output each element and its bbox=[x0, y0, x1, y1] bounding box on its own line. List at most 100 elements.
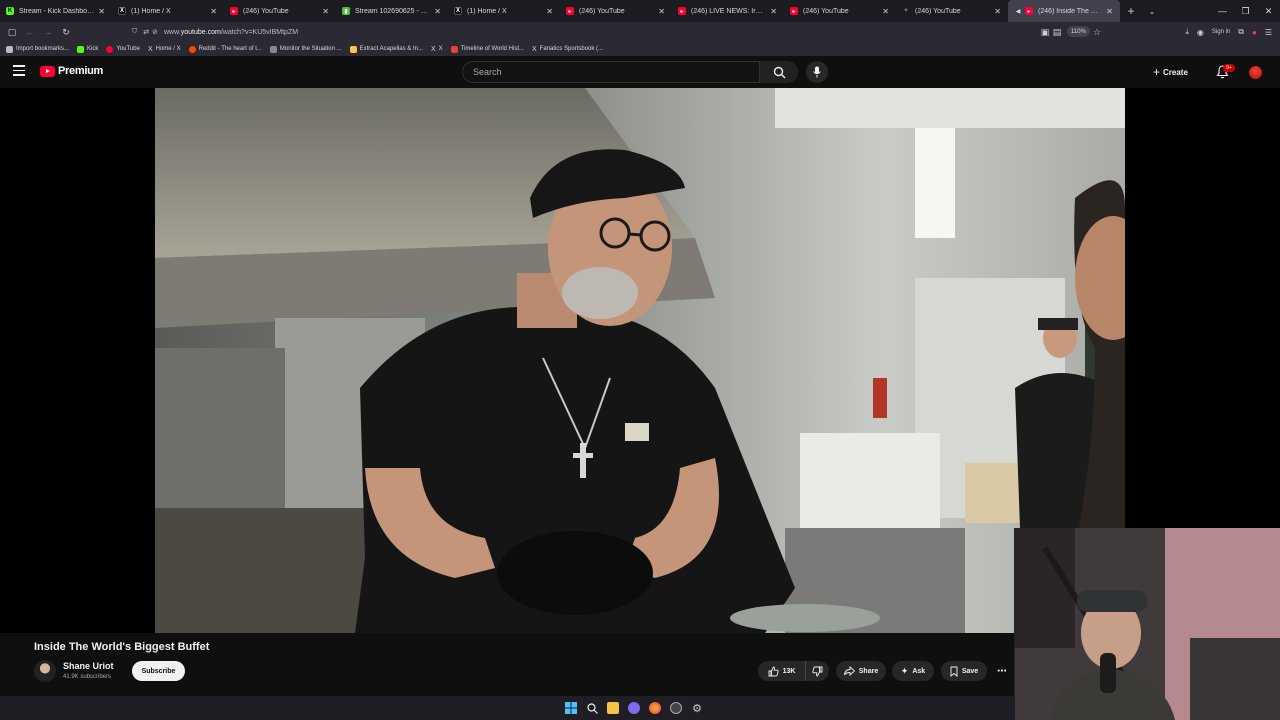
youtube-logo[interactable]: Premium bbox=[40, 65, 103, 77]
tab-list-chevron-icon[interactable]: ⌄ bbox=[1142, 7, 1162, 16]
address-bar[interactable]: ⛉ ⇄ ⊘ www.youtube.com/watch?v=KU5vIBMtpZ… bbox=[132, 25, 1110, 39]
extensions-icon[interactable]: ⧉ bbox=[1238, 27, 1244, 37]
search-icon[interactable] bbox=[586, 702, 598, 714]
browser-tab[interactable]: ▮ Stream 102690625 - garydavid ✕ bbox=[336, 0, 448, 22]
back-button[interactable]: ← bbox=[21, 23, 39, 41]
search-input[interactable]: Search bbox=[462, 61, 760, 83]
browser-tab-strip: K Stream - Kick Dashboard ✕ X (1) Home / X ✕… bbox=[0, 0, 1280, 22]
permissions-icon[interactable]: ⇄ bbox=[143, 28, 149, 36]
close-icon[interactable]: ✕ bbox=[210, 7, 217, 16]
file-explorer-icon[interactable] bbox=[607, 702, 619, 714]
close-icon[interactable]: ✕ bbox=[1106, 7, 1113, 16]
close-window-button[interactable]: ✕ bbox=[1257, 0, 1280, 22]
firefox-icon[interactable] bbox=[649, 702, 661, 714]
menu-icon[interactable]: ☰ bbox=[1265, 28, 1272, 37]
video-frame[interactable] bbox=[155, 88, 1125, 633]
close-icon[interactable]: ✕ bbox=[882, 7, 889, 16]
x-icon: X bbox=[430, 45, 436, 53]
tab-label: (246) YouTube bbox=[803, 7, 849, 15]
bookmark-label: Timeline of World Hist... bbox=[460, 46, 525, 52]
new-tab-icon: + bbox=[904, 8, 908, 14]
bookmark-star-icon[interactable]: ☆ bbox=[1088, 23, 1106, 41]
search-icon bbox=[773, 66, 785, 78]
subscriber-count: 41.9K subscribers bbox=[63, 674, 112, 680]
tab-label: (246) YouTube bbox=[915, 7, 961, 15]
create-button[interactable]: + Create bbox=[1153, 63, 1188, 81]
subscribe-button[interactable]: Subscribe bbox=[132, 661, 185, 681]
screen: K Stream - Kick Dashboard ✕ X (1) Home / X ✕… bbox=[0, 0, 1280, 720]
browser-tab[interactable]: ▸ (246) YouTube ✕ bbox=[560, 0, 672, 22]
bookmark-item[interactable]: Monitor the Situation ... bbox=[269, 45, 342, 53]
forward-button[interactable]: → bbox=[39, 23, 57, 41]
browser-tab[interactable]: X (1) Home / X ✕ bbox=[448, 0, 560, 22]
restore-button[interactable]: ❐ bbox=[1234, 0, 1257, 22]
url-text[interactable]: www.youtube.com/watch?v=KU5vIBMtpZM bbox=[164, 29, 298, 36]
reload-button[interactable]: ↻ bbox=[57, 23, 75, 41]
save-button[interactable]: Save bbox=[941, 661, 987, 681]
youtube-icon bbox=[106, 45, 114, 53]
browser-tab[interactable]: K Stream - Kick Dashboard ✕ bbox=[0, 0, 112, 22]
close-icon[interactable]: ✕ bbox=[658, 7, 665, 16]
bookmark-label: X bbox=[438, 46, 443, 52]
dislike-button[interactable] bbox=[805, 661, 829, 681]
extension-red-icon[interactable]: ● bbox=[1252, 28, 1257, 37]
obs-icon[interactable] bbox=[670, 702, 682, 714]
bookmark-label: Fanatics Sportsbook (... bbox=[539, 46, 604, 52]
notification-badge: 9+ bbox=[1223, 64, 1235, 72]
close-icon[interactable]: ✕ bbox=[770, 7, 777, 16]
bookmark-item[interactable]: XX bbox=[431, 46, 443, 53]
account-icon[interactable]: ◉ bbox=[1197, 28, 1204, 37]
bookmark-label: Extract Acapellas & In... bbox=[359, 46, 423, 52]
bookmark-label: Import bookmarks... bbox=[16, 46, 70, 52]
bookmark-item[interactable]: X Fanatics Sportsbook (... bbox=[532, 46, 603, 53]
bookmark-item[interactable]: Extract Acapellas & In... bbox=[349, 45, 423, 53]
video-scene-image bbox=[155, 88, 1125, 633]
browser-tab[interactable]: + (246) YouTube ✕ bbox=[896, 0, 1008, 22]
search-button[interactable] bbox=[760, 61, 798, 83]
windows-taskbar bbox=[0, 696, 1014, 720]
bookmark-item[interactable]: Reddit - The heart of t... bbox=[188, 45, 262, 53]
browser-tab[interactable]: X (1) Home / X ✕ bbox=[112, 0, 224, 22]
bookmark-item[interactable]: Import bookmarks... bbox=[6, 45, 70, 53]
browser-tab[interactable]: ▸ (246) YouTube ✕ bbox=[784, 0, 896, 22]
bookmark-item[interactable]: X Home / X bbox=[148, 46, 181, 53]
close-icon[interactable]: ✕ bbox=[546, 7, 553, 16]
hamburger-menu-icon[interactable] bbox=[13, 65, 25, 77]
close-icon[interactable]: ✕ bbox=[994, 7, 1001, 16]
account-avatar[interactable] bbox=[1249, 66, 1262, 79]
ask-button[interactable]: ✦ Ask bbox=[892, 661, 934, 681]
windows-start-icon[interactable] bbox=[565, 702, 577, 714]
timeline-icon bbox=[450, 45, 458, 53]
lock-icon[interactable]: ⊘ bbox=[152, 28, 158, 36]
shield-icon[interactable]: ⛉ bbox=[132, 28, 137, 36]
download-icon[interactable]: ⤓ bbox=[1185, 27, 1189, 37]
sidebar-toggle-icon[interactable]: ▢ bbox=[3, 23, 21, 41]
minimize-button[interactable]: — bbox=[1211, 0, 1234, 22]
browser-tab[interactable]: ▸ (246) LIVE NEWS: Iran war latest ✕ bbox=[672, 0, 784, 22]
zoom-indicator[interactable]: 110% bbox=[1067, 26, 1090, 37]
tab-label: (246) YouTube bbox=[243, 7, 289, 15]
close-icon[interactable]: ✕ bbox=[98, 7, 105, 16]
browser-tab[interactable]: ▸ (246) YouTube ✕ bbox=[224, 0, 336, 22]
speaker-icon[interactable]: ◀ bbox=[1014, 7, 1022, 15]
sign-in-link[interactable]: Sign in bbox=[1212, 29, 1230, 35]
bookmark-item[interactable]: Kick bbox=[77, 45, 98, 53]
new-tab-button[interactable]: + bbox=[1120, 4, 1142, 18]
close-icon[interactable]: ✕ bbox=[322, 7, 329, 16]
picture-in-picture-icon[interactable]: ▤ bbox=[1048, 23, 1066, 41]
settings-gear-icon[interactable]: ⚙ bbox=[691, 702, 703, 715]
bookmark-label: Home / X bbox=[155, 46, 181, 52]
channel-name[interactable]: Shane Uriot bbox=[63, 661, 114, 671]
discord-icon[interactable] bbox=[628, 702, 640, 714]
voice-search-button[interactable] bbox=[806, 61, 828, 83]
channel-avatar[interactable] bbox=[34, 660, 56, 682]
share-button[interactable]: Share bbox=[836, 661, 886, 681]
bookmark-item[interactable]: YouTube bbox=[106, 45, 140, 53]
x-icon: X bbox=[147, 45, 153, 53]
bookmark-item[interactable]: Timeline of World Hist... bbox=[450, 45, 525, 53]
more-options-button[interactable]: ⋯ bbox=[992, 661, 1012, 681]
close-icon[interactable]: ✕ bbox=[434, 7, 441, 16]
browser-tab-active[interactable]: ◀▸ (246) Inside The World's Bi✕ bbox=[1008, 0, 1120, 22]
reddit-icon bbox=[188, 45, 196, 53]
like-button[interactable]: 13K bbox=[758, 661, 805, 681]
